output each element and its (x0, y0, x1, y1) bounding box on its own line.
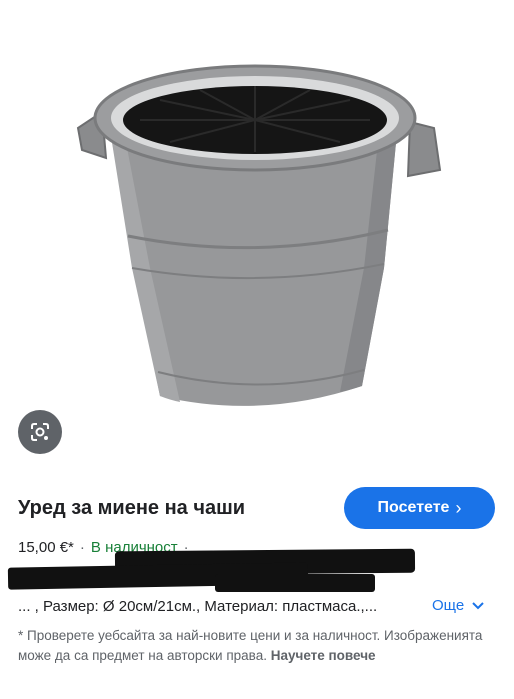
product-image-area[interactable] (0, 0, 514, 470)
separator-dot: · (79, 539, 85, 556)
more-link-label: Още (432, 597, 465, 614)
visit-button-label: Посетете (377, 499, 450, 516)
visit-button[interactable]: Посетете › (344, 487, 495, 529)
lens-icon (31, 423, 49, 441)
chevron-down-icon (472, 602, 485, 610)
more-link[interactable]: Още (432, 597, 485, 614)
product-description: ... , Размер: Ø 20см/21см., Материал: пл… (18, 598, 378, 615)
price: 15,00 €* (18, 539, 74, 556)
disclaimer-text: * Проверете уебсайта за най-новите цени … (18, 628, 483, 663)
disclaimer: * Проверете уебсайта за най-новите цени … (18, 626, 488, 666)
chevron-right-icon: › (455, 497, 462, 518)
product-image (76, 64, 442, 406)
redaction-bar (215, 574, 375, 592)
learn-more-link[interactable]: Научете повече (271, 648, 376, 663)
lens-button[interactable] (18, 410, 62, 454)
product-title: Уред за миене на чаши (18, 497, 246, 519)
